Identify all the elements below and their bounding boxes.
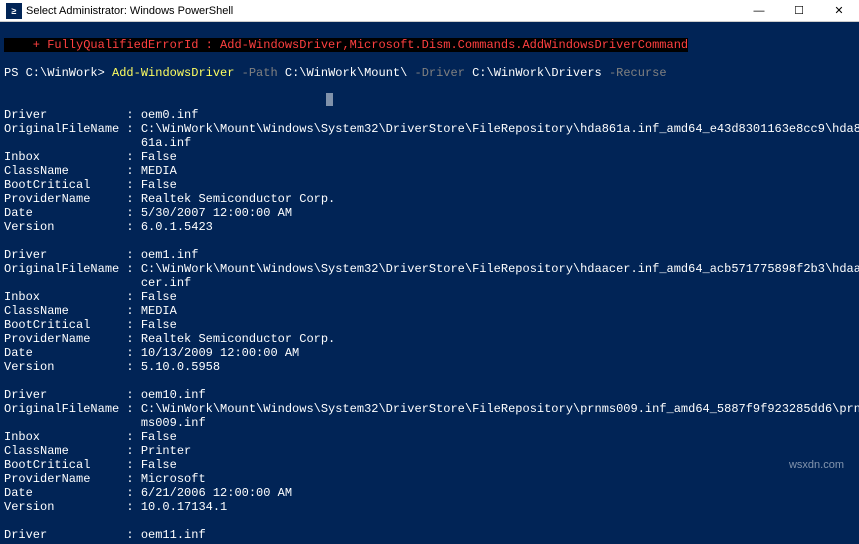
label-version: Version : bbox=[4, 500, 141, 514]
bootcritical-value: False bbox=[141, 458, 177, 472]
label-cont bbox=[4, 276, 141, 290]
label-classname: ClassName : bbox=[4, 164, 141, 178]
maximize-button[interactable]: ☐ bbox=[779, 0, 819, 22]
label-providername: ProviderName : bbox=[4, 472, 141, 486]
date-value: 6/21/2006 12:00:00 AM bbox=[141, 486, 292, 500]
blank-line bbox=[4, 374, 11, 388]
classname-value: Printer bbox=[141, 444, 191, 458]
originalfilename-cont: cer.inf bbox=[141, 276, 191, 290]
classname-value: MEDIA bbox=[141, 304, 177, 318]
originalfilename-value: C:\WinWork\Mount\Windows\System32\Driver… bbox=[141, 402, 859, 416]
window-titlebar: ≥ Select Administrator: Windows PowerShe… bbox=[0, 0, 859, 22]
label-inbox: Inbox : bbox=[4, 150, 141, 164]
label-cont bbox=[4, 136, 141, 150]
driver-value: oem11.inf bbox=[141, 528, 206, 542]
close-button[interactable]: ✕ bbox=[819, 0, 859, 22]
providername-value: Realtek Semiconductor Corp. bbox=[141, 332, 335, 346]
bootcritical-value: False bbox=[141, 318, 177, 332]
param-path: -Path bbox=[242, 66, 285, 80]
originalfilename-cont: 61a.inf bbox=[141, 136, 191, 150]
classname-value: MEDIA bbox=[141, 164, 177, 178]
label-classname: ClassName : bbox=[4, 304, 141, 318]
cmdlet-name: Add-WindowsDriver bbox=[112, 66, 242, 80]
label-driver: Driver : bbox=[4, 248, 141, 262]
label-driver: Driver : bbox=[4, 108, 141, 122]
driver-value: oem0.inf bbox=[141, 108, 199, 122]
blank-line bbox=[4, 234, 11, 248]
label-version: Version : bbox=[4, 220, 141, 234]
originalfilename-value: C:\WinWork\Mount\Windows\System32\Driver… bbox=[141, 122, 859, 136]
label-version: Version : bbox=[4, 360, 141, 374]
label-driver: Driver : bbox=[4, 388, 141, 402]
label-originalfilename: OriginalFileName : bbox=[4, 402, 141, 416]
label-cont bbox=[4, 416, 141, 430]
label-bootcritical: BootCritical : bbox=[4, 458, 141, 472]
version-value: 10.0.17134.1 bbox=[141, 500, 227, 514]
minimize-button[interactable]: — bbox=[739, 0, 779, 22]
error-line: + FullyQualifiedErrorId : Add-WindowsDri… bbox=[4, 38, 688, 52]
window-controls: — ☐ ✕ bbox=[739, 0, 859, 22]
originalfilename-value: C:\WinWork\Mount\Windows\System32\Driver… bbox=[141, 262, 859, 276]
driver-value: oem1.inf bbox=[141, 248, 199, 262]
label-providername: ProviderName : bbox=[4, 192, 141, 206]
val-driver: C:\WinWork\Drivers bbox=[472, 66, 609, 80]
blank-line bbox=[4, 514, 11, 528]
label-originalfilename: OriginalFileName : bbox=[4, 262, 141, 276]
label-bootcritical: BootCritical : bbox=[4, 178, 141, 192]
providername-value: Microsoft bbox=[141, 472, 206, 486]
driver-value: oem10.inf bbox=[141, 388, 206, 402]
inbox-value: False bbox=[141, 430, 177, 444]
label-date: Date : bbox=[4, 346, 141, 360]
inbox-value: False bbox=[141, 290, 177, 304]
ps-prompt: PS C:\WinWork> bbox=[4, 66, 112, 80]
label-date: Date : bbox=[4, 206, 141, 220]
date-value: 5/30/2007 12:00:00 AM bbox=[141, 206, 292, 220]
version-value: 6.0.1.5423 bbox=[141, 220, 213, 234]
originalfilename-cont: ms009.inf bbox=[141, 416, 206, 430]
param-recurse: -Recurse bbox=[609, 66, 667, 80]
date-value: 10/13/2009 12:00:00 AM bbox=[141, 346, 299, 360]
text-cursor bbox=[326, 93, 333, 106]
inbox-value: False bbox=[141, 150, 177, 164]
label-inbox: Inbox : bbox=[4, 430, 141, 444]
label-classname: ClassName : bbox=[4, 444, 141, 458]
terminal-output[interactable]: + FullyQualifiedErrorId : Add-WindowsDri… bbox=[0, 22, 859, 544]
label-providername: ProviderName : bbox=[4, 332, 141, 346]
param-driver: -Driver bbox=[415, 66, 473, 80]
app-icon: ≥ bbox=[6, 3, 22, 19]
label-bootcritical: BootCritical : bbox=[4, 318, 141, 332]
label-originalfilename: OriginalFileName : bbox=[4, 122, 141, 136]
bootcritical-value: False bbox=[141, 178, 177, 192]
watermark: wsxdn.com bbox=[789, 459, 844, 471]
val-path: C:\WinWork\Mount\ bbox=[285, 66, 415, 80]
label-driver: Driver : bbox=[4, 528, 141, 542]
providername-value: Realtek Semiconductor Corp. bbox=[141, 192, 335, 206]
label-date: Date : bbox=[4, 486, 141, 500]
window-title: Select Administrator: Windows PowerShell bbox=[26, 5, 739, 17]
label-inbox: Inbox : bbox=[4, 290, 141, 304]
version-value: 5.10.0.5958 bbox=[141, 360, 220, 374]
